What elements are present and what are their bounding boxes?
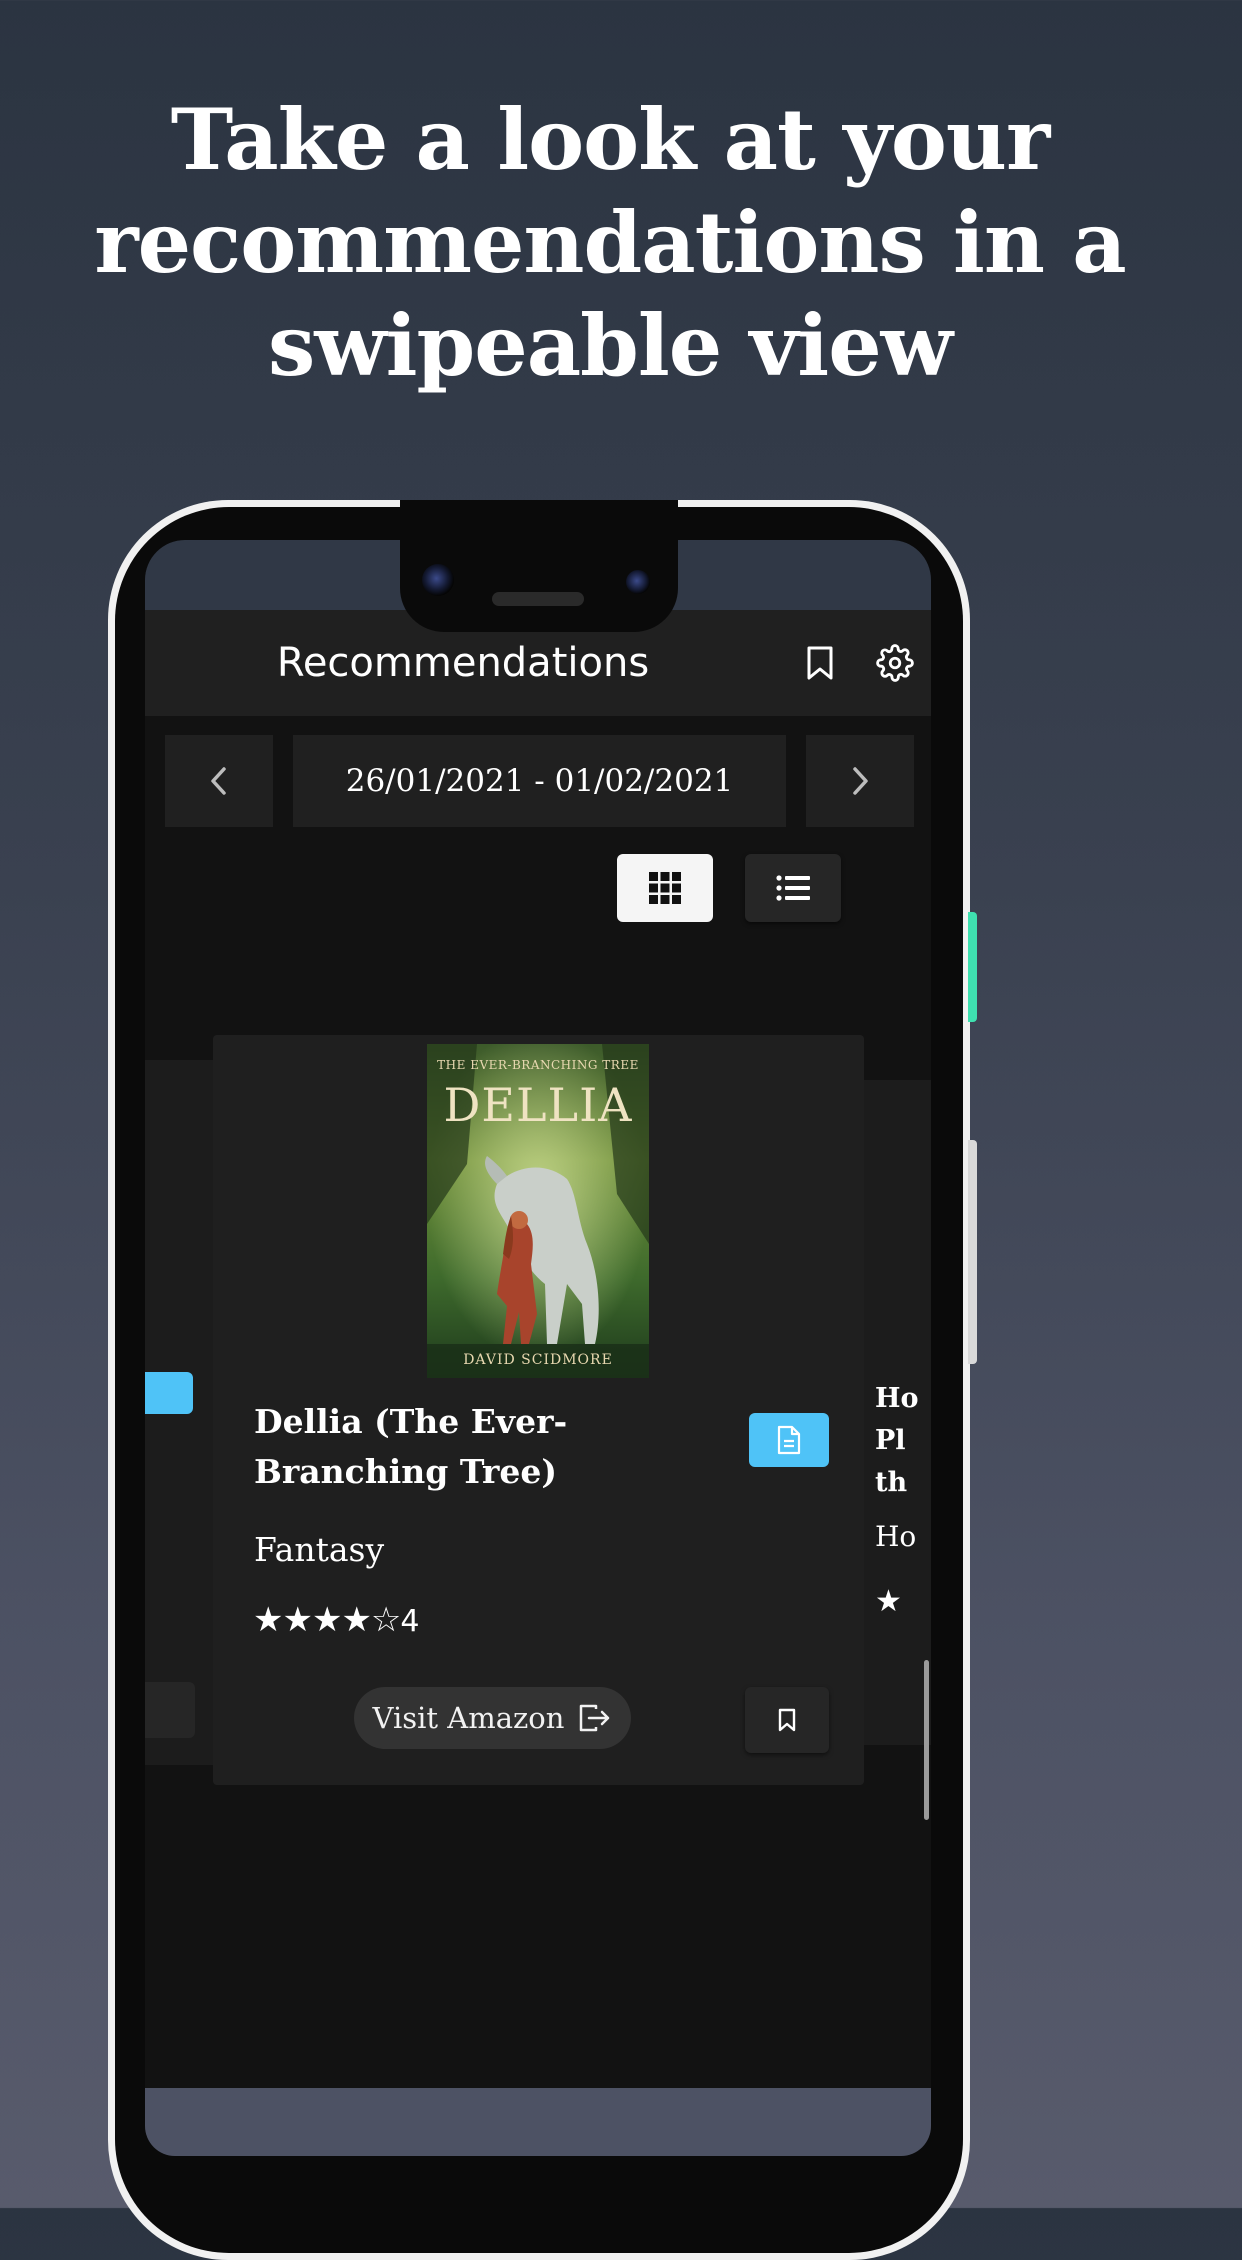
rating-stars: ★★★★☆ <box>253 1600 401 1640</box>
previous-card-bookmark-button[interactable] <box>145 1682 195 1738</box>
visit-amazon-button[interactable]: Visit Amazon <box>354 1687 631 1749</box>
date-range-display: 26/01/2021 - 01/02/2021 <box>293 735 786 827</box>
star-rating: ★★★★☆4 <box>253 1600 420 1640</box>
book-cover[interactable]: THE EVER-BRANCHING TREE DELLIA DAVID SCI… <box>427 1044 649 1378</box>
bookmark-icon <box>778 1708 796 1732</box>
scroll-indicator <box>924 1660 929 1820</box>
headline-line-2: recommendations in a <box>94 193 1126 292</box>
settings-button[interactable] <box>869 637 921 689</box>
chevron-right-icon <box>853 767 868 795</box>
gear-icon <box>876 644 914 682</box>
next-card-rating: ★ <box>875 1584 902 1619</box>
next-week-button[interactable] <box>806 735 914 827</box>
grid-icon <box>649 872 681 904</box>
save-book-button[interactable] <box>745 1687 829 1753</box>
next-card-title: Ho Pl th <box>875 1383 919 1498</box>
phone-notch <box>400 500 678 632</box>
document-icon <box>777 1425 801 1455</box>
chevron-left-icon <box>211 767 226 795</box>
book-title[interactable]: Dellia (The Ever-Branching Tree) <box>254 1397 694 1497</box>
list-icon <box>776 875 810 901</box>
cover-title: DELLIA <box>443 1078 633 1132</box>
next-book-card[interactable]: Ho Pl th Ho ★ <box>864 1080 931 1745</box>
phone-screen: Recommendations 26/01/2021 - 01/02/2021 <box>145 540 931 2156</box>
sensor-icon <box>626 570 650 594</box>
cover-series: THE EVER-BRANCHING TREE <box>437 1058 639 1072</box>
grid-view-button[interactable] <box>617 854 713 922</box>
rating-value: 4 <box>400 1604 419 1639</box>
date-range-label: 26/01/2021 - 01/02/2021 <box>345 763 734 799</box>
external-link-icon <box>580 1704 610 1732</box>
bookmarks-button[interactable] <box>794 637 846 689</box>
bookmark-icon <box>807 646 833 680</box>
previous-book-card[interactable] <box>145 1060 213 1765</box>
book-card[interactable]: THE EVER-BRANCHING TREE DELLIA DAVID SCI… <box>213 1035 864 1785</box>
previous-card-doc-button[interactable] <box>145 1372 193 1414</box>
headline-line-1: Take a look at your <box>170 90 1051 189</box>
front-camera-icon <box>422 564 454 596</box>
previous-week-button[interactable] <box>165 735 273 827</box>
power-button <box>968 912 977 1022</box>
earpiece-speaker <box>492 592 584 606</box>
cover-author: DAVID SCIDMORE <box>463 1352 613 1368</box>
book-details-button[interactable] <box>749 1413 829 1467</box>
next-card-genre: Ho <box>875 1520 917 1553</box>
list-view-button[interactable] <box>745 854 841 922</box>
volume-button <box>968 1140 977 1364</box>
headline-line-3: swipeable view <box>268 296 953 395</box>
promo-headline: Take a look at your recommendations in a… <box>60 88 1160 397</box>
visit-amazon-label: Visit Amazon <box>372 1701 565 1735</box>
bottom-navigation-bar <box>145 2088 931 2156</box>
book-genre: Fantasy <box>254 1530 385 1569</box>
